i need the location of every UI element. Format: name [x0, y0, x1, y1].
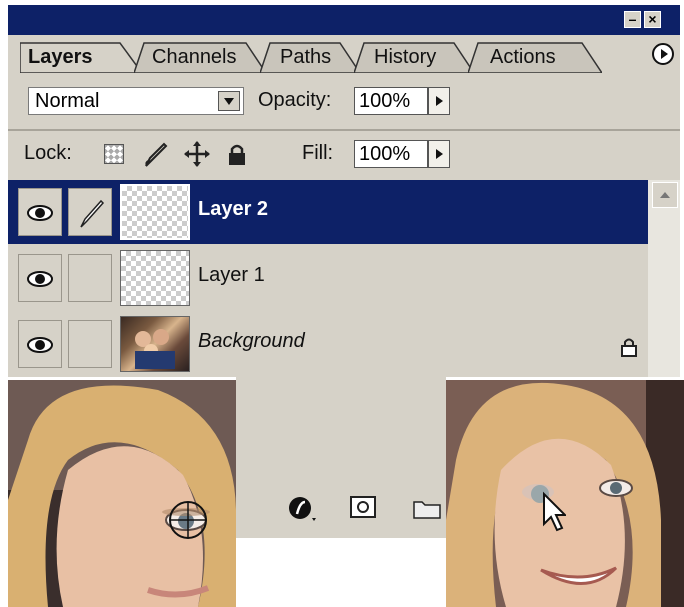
- tab-history[interactable]: History: [354, 41, 474, 73]
- tab-label: Paths: [280, 46, 332, 68]
- palette-tabs: Layers Channels Paths History Actions: [8, 35, 680, 75]
- palette-bottom-toolbar: [236, 480, 446, 538]
- tab-paths[interactable]: Paths: [260, 41, 360, 73]
- visibility-toggle[interactable]: [18, 188, 62, 236]
- tab-layers[interactable]: Layers: [20, 41, 142, 73]
- tab-channels[interactable]: Channels: [134, 41, 266, 73]
- layer-row-layer-2[interactable]: Layer 2: [8, 180, 648, 244]
- palette-title-bar[interactable]: – ×: [8, 5, 680, 35]
- layer-row-layer-1[interactable]: Layer 1: [8, 246, 648, 310]
- minimize-icon[interactable]: –: [624, 11, 641, 28]
- lock-icon: [621, 338, 637, 357]
- brush-icon: [80, 199, 105, 228]
- layer-style-icon[interactable]: [288, 496, 318, 524]
- chevron-down-icon[interactable]: [218, 91, 240, 111]
- opacity-label: Opacity:: [258, 89, 332, 111]
- divider: [8, 129, 680, 131]
- visibility-toggle[interactable]: [18, 320, 62, 368]
- layer-name[interactable]: Layer 2: [198, 198, 268, 221]
- layer-list: Layer 2 Layer 1 Background: [8, 180, 680, 377]
- scroll-up-button[interactable]: [652, 182, 678, 208]
- tab-label: Actions: [490, 46, 556, 68]
- lock-label: Lock:: [24, 142, 72, 164]
- portrait-image: [8, 380, 236, 607]
- link-toggle[interactable]: [68, 254, 112, 302]
- lock-icon[interactable]: [226, 141, 248, 167]
- move-icon[interactable]: [184, 140, 210, 168]
- blank-area: [236, 538, 446, 607]
- blend-mode-value: Normal: [35, 90, 100, 112]
- fill-label: Fill:: [302, 142, 334, 164]
- layer-name[interactable]: Background: [198, 330, 305, 353]
- before-photo: [8, 380, 236, 607]
- link-toggle[interactable]: [68, 188, 112, 236]
- folder-icon[interactable]: [412, 498, 442, 520]
- layers-palette: – × Layers Channels Paths History Action…: [8, 5, 680, 377]
- scrollbar[interactable]: [648, 180, 680, 377]
- layer-name[interactable]: Layer 1: [198, 264, 265, 287]
- fill-slider-button[interactable]: [428, 140, 450, 168]
- blend-row: Normal Opacity: 100%: [8, 83, 680, 123]
- eye-icon: [27, 271, 53, 287]
- tab-actions[interactable]: Actions: [468, 41, 602, 73]
- tab-label: Layers: [28, 46, 93, 68]
- blend-mode-select[interactable]: Normal: [28, 87, 244, 115]
- panel-menu-icon[interactable]: [652, 43, 674, 65]
- brush-icon[interactable]: [142, 140, 168, 168]
- palette-empty-area: [236, 377, 446, 480]
- close-icon[interactable]: ×: [644, 11, 661, 28]
- crosshair-cursor-icon: [169, 501, 207, 539]
- lock-row: Lock: Fill: 100%: [8, 132, 680, 176]
- eye-icon: [27, 205, 53, 221]
- fill-input[interactable]: 100%: [354, 140, 428, 168]
- after-photo: [446, 380, 684, 607]
- layer-thumbnail[interactable]: [120, 316, 190, 372]
- tab-label: Channels: [152, 46, 237, 68]
- eye-icon: [27, 337, 53, 353]
- opacity-slider-button[interactable]: [428, 87, 450, 115]
- opacity-input[interactable]: 100%: [354, 87, 428, 115]
- arrow-cursor-icon: [531, 485, 566, 532]
- visibility-toggle[interactable]: [18, 254, 62, 302]
- link-toggle[interactable]: [68, 320, 112, 368]
- mask-icon[interactable]: [350, 496, 376, 518]
- layer-row-background[interactable]: Background: [8, 312, 648, 376]
- layer-thumbnail[interactable]: [120, 250, 190, 306]
- layer-thumbnail[interactable]: [120, 184, 190, 240]
- lock-transparency-icon[interactable]: [104, 144, 124, 164]
- tab-label: History: [374, 46, 437, 68]
